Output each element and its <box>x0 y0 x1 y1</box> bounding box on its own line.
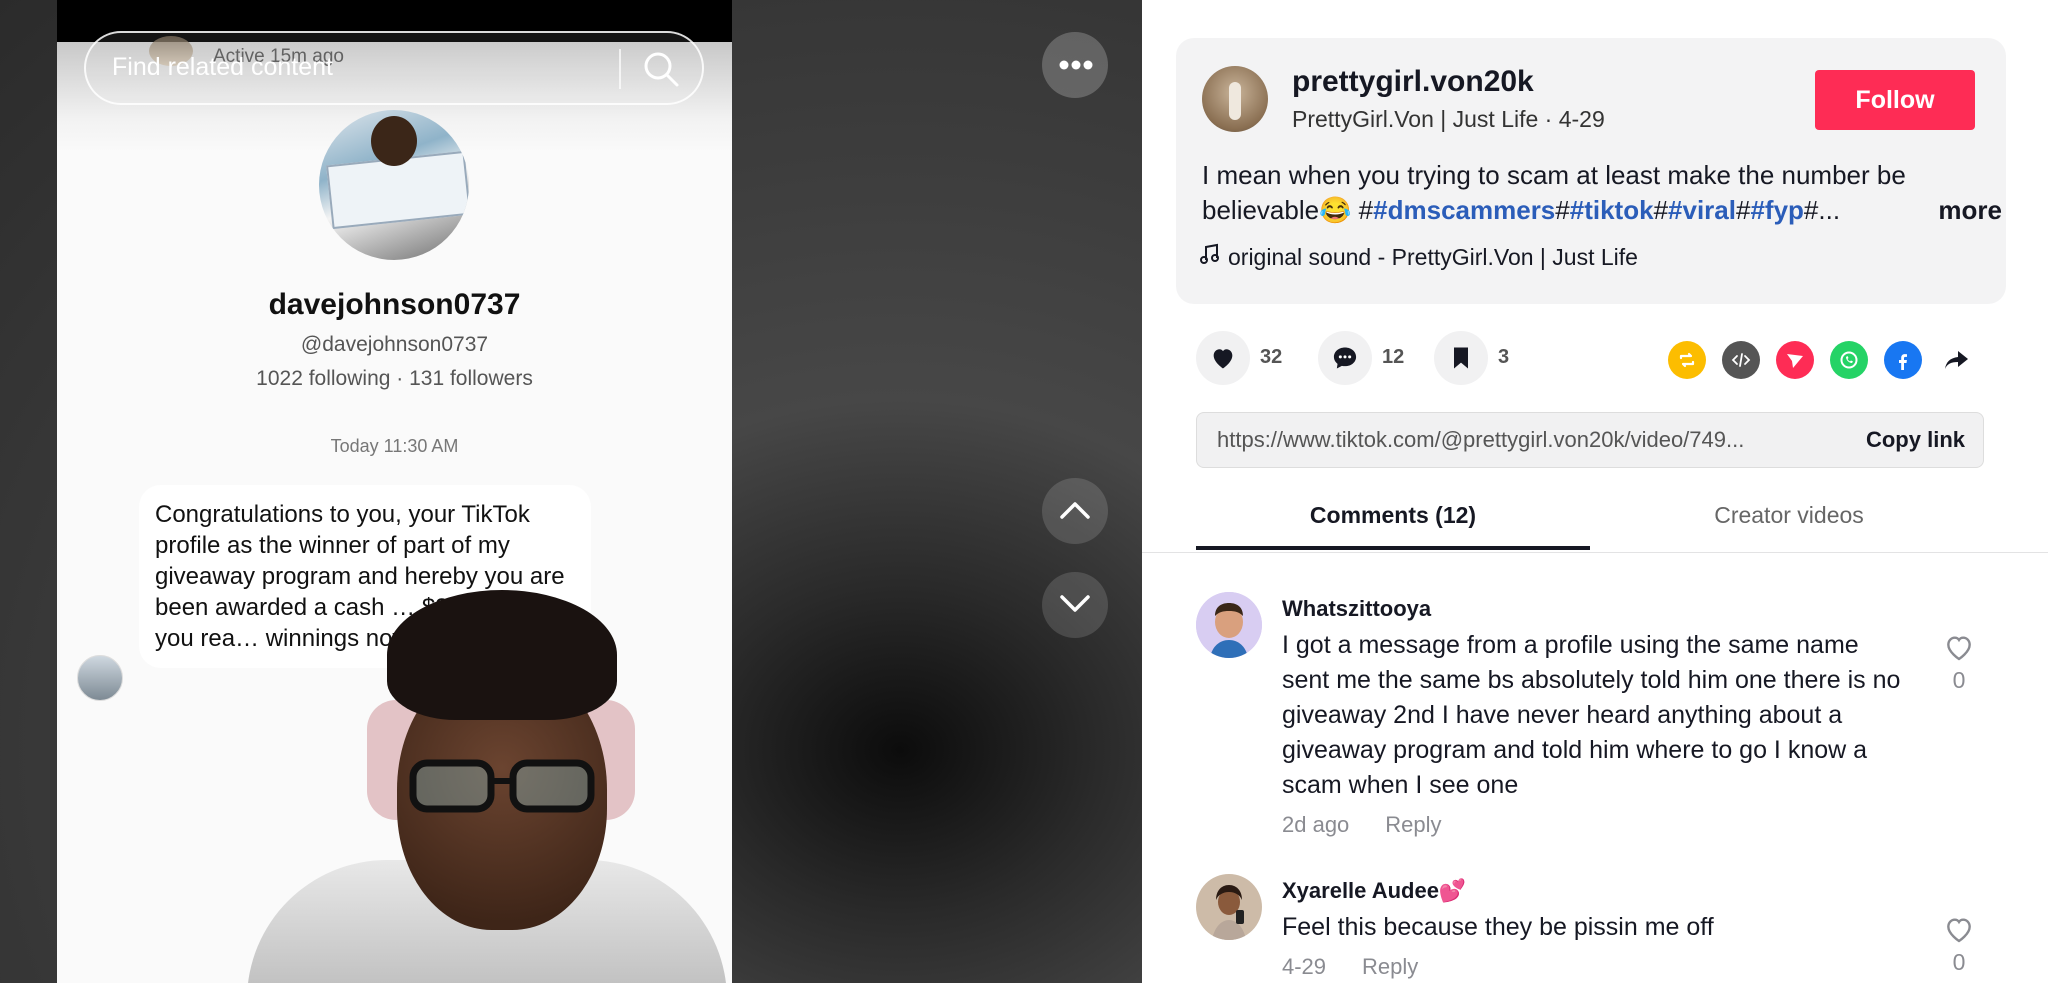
facebook-icon[interactable] <box>1884 341 1922 379</box>
repost-icon[interactable] <box>1668 341 1706 379</box>
whatsapp-icon[interactable] <box>1830 341 1868 379</box>
author-subtitle: PrettyGirl.Von | Just Life · 4-29 <box>1292 106 1605 132</box>
comment-date: 2d ago <box>1282 812 1350 837</box>
comment-like-count: 0 <box>1952 667 1966 693</box>
active-tab-indicator <box>1196 546 1590 550</box>
comment-date: 4-29 <box>1282 954 1327 979</box>
dm-username: davejohnson0737 <box>268 288 521 321</box>
comment-text: I got a message from a profile using the… <box>1282 631 1901 799</box>
comment-count: 12 <box>1382 346 1405 368</box>
search-divider <box>619 49 621 89</box>
bookmark-icon <box>1454 347 1468 369</box>
author-username[interactable]: prettygirl.von20k <box>1292 65 1534 99</box>
previous-video-button[interactable] <box>1042 478 1108 544</box>
heart-outline-icon <box>1947 636 1971 661</box>
post-caption: I mean when you trying to scam at least … <box>1202 158 2002 228</box>
chevron-down-icon <box>1060 595 1090 612</box>
hashtag-tiktok[interactable]: #tiktok <box>1570 195 1654 225</box>
creator-overlay <box>247 590 727 983</box>
comment-like-button[interactable]: 0 <box>1941 632 1977 694</box>
reply-button[interactable]: Reply <box>1362 954 1418 979</box>
caption-more-button[interactable]: more <box>1938 193 2002 228</box>
music-note-icon <box>1200 243 1228 271</box>
caption-sep: # <box>1555 195 1570 225</box>
comment-meta: 4-29 Reply <box>1282 954 1454 980</box>
share-arrow-icon[interactable] <box>1938 341 1976 379</box>
copy-link-button[interactable]: Copy link <box>1866 427 1965 453</box>
sound-link[interactable]: original sound - PrettyGirl.Von | Just L… <box>1200 243 1638 271</box>
reply-button[interactable]: Reply <box>1385 812 1441 837</box>
author-avatar[interactable] <box>1202 66 1268 132</box>
like-count: 32 <box>1260 346 1283 368</box>
dm-sender-avatar <box>77 655 123 701</box>
dm-follow-stats: 1022 following · 131 followers <box>256 367 533 390</box>
post-info-card: prettygirl.von20k PrettyGirl.Von | Just … <box>1176 38 2006 304</box>
hashtag-dmscammers[interactable]: #dmscammers <box>1373 195 1555 225</box>
details-panel: prettygirl.von20k PrettyGirl.Von | Just … <box>1142 0 2048 983</box>
follow-button[interactable]: Follow <box>1815 70 1975 130</box>
search-icon[interactable] <box>639 47 683 91</box>
commenter-avatar[interactable] <box>1196 592 1262 658</box>
comment-text: Feel this because they be pissin me off <box>1282 913 1714 941</box>
comment-like-button[interactable]: 0 <box>1941 914 1977 976</box>
sound-title: original sound - PrettyGirl.Von | Just L… <box>1228 244 1638 270</box>
copy-link-box: https://www.tiktok.com/@prettygirl.von20… <box>1196 412 1984 468</box>
more-dots-icon <box>1059 60 1093 70</box>
commenter-name[interactable]: Xyarelle Audee💕 <box>1282 878 1466 904</box>
comment-like-count: 0 <box>1952 949 1966 975</box>
dm-timestamp: Today 11:30 AM <box>330 436 459 456</box>
comment-item: Whatszittooya I got a message from a pro… <box>1196 592 1996 852</box>
heart-icon <box>1213 349 1233 369</box>
favorite-count: 3 <box>1498 346 1510 368</box>
chevron-up-icon <box>1060 502 1090 519</box>
video-frame: Active 15m ago davejohnson0737 @davejohn… <box>57 0 732 983</box>
next-video-button[interactable] <box>1042 572 1108 638</box>
comment-item: Xyarelle Audee💕 Feel this because they b… <box>1196 874 1996 983</box>
video-player[interactable]: Active 15m ago davejohnson0737 @davejohn… <box>0 0 1142 983</box>
tab-comments[interactable]: Comments (12) <box>1196 502 1590 529</box>
search-bar[interactable]: Find related content <box>84 31 704 105</box>
panel-tabs: Comments (12) Creator videos <box>1142 480 2048 553</box>
caption-tail: #... <box>1803 195 1841 225</box>
hashtag-fyp[interactable]: #fyp <box>1750 195 1803 225</box>
action-bar: 32 12 3 <box>1196 331 1996 385</box>
video-url[interactable]: https://www.tiktok.com/@prettygirl.von20… <box>1217 427 1744 453</box>
hashtag-viral[interactable]: #viral <box>1668 195 1736 225</box>
caption-sep: # <box>1653 195 1669 225</box>
tab-creator-videos[interactable]: Creator videos <box>1592 502 1986 529</box>
send-icon[interactable] <box>1776 341 1814 379</box>
heart-outline-icon <box>1947 918 1971 943</box>
commenter-name[interactable]: Whatszittooya <box>1282 596 1431 622</box>
more-options-button[interactable] <box>1042 32 1108 98</box>
search-input[interactable]: Find related content <box>112 53 333 82</box>
embed-icon[interactable] <box>1722 341 1760 379</box>
comment-icon <box>1333 347 1357 369</box>
comment-meta: 2d ago Reply <box>1282 812 1478 838</box>
dm-handle: @davejohnson0737 <box>300 333 489 356</box>
caption-sep: # <box>1735 195 1751 225</box>
commenter-avatar[interactable] <box>1196 874 1262 940</box>
dm-profile-avatar <box>319 110 469 260</box>
